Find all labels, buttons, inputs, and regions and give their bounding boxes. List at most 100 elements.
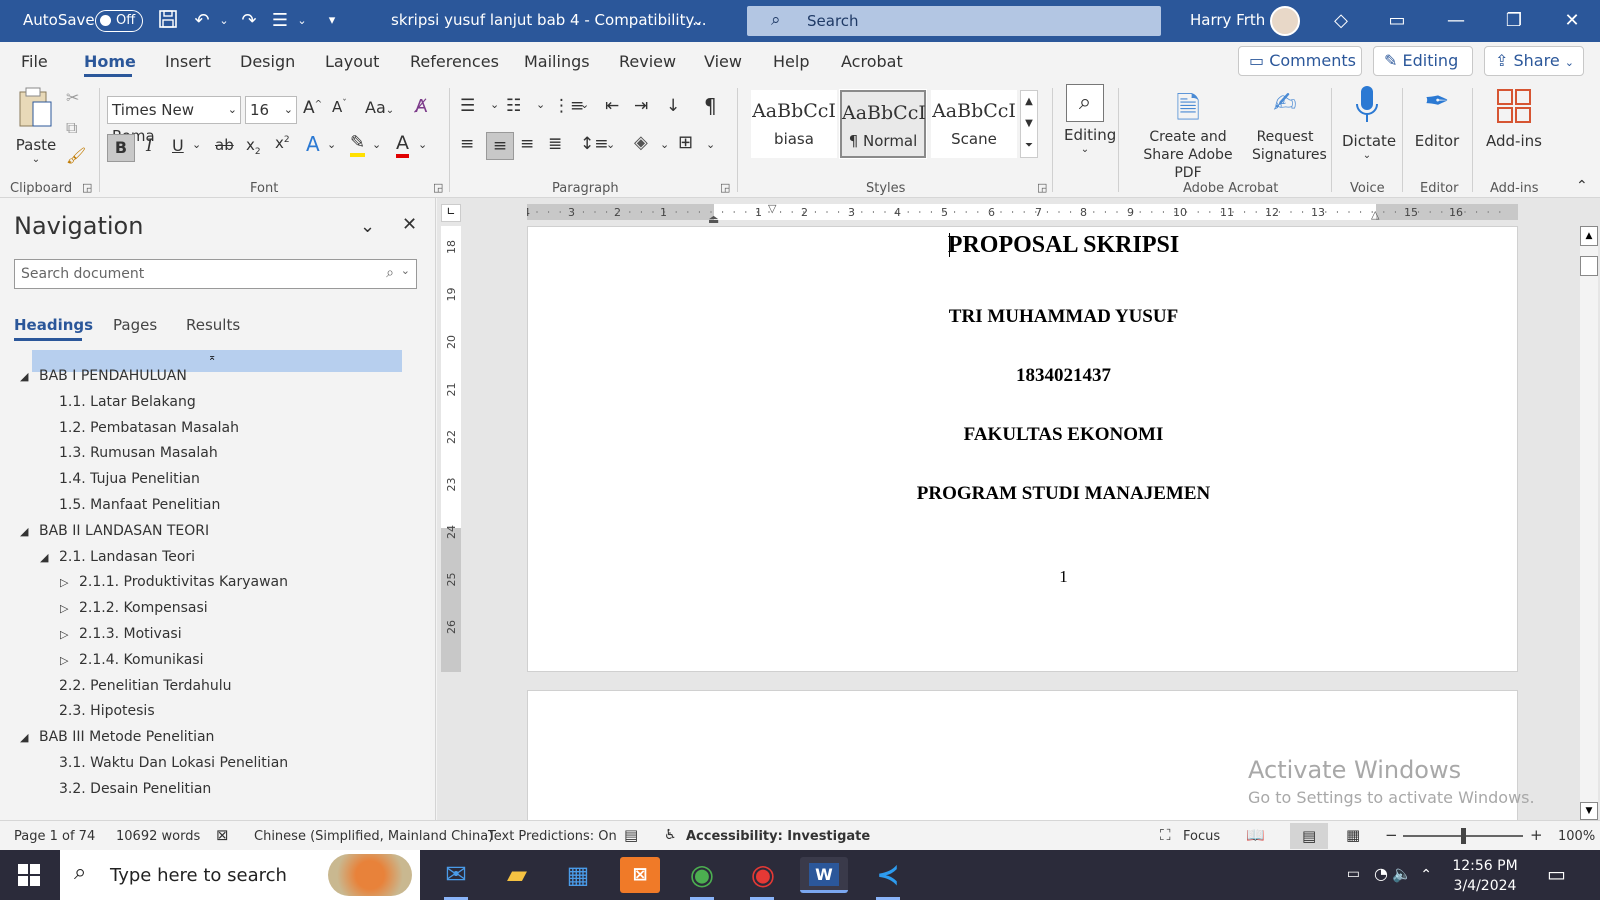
align-right-icon[interactable]: ≡ (520, 134, 534, 154)
avatar[interactable] (1270, 6, 1300, 36)
first-line-indent-icon[interactable]: ▽ (768, 202, 776, 215)
focus-icon[interactable]: ⛶ (1160, 826, 1171, 844)
scroll-up-icon[interactable]: ▲ (1580, 226, 1598, 246)
restore-icon[interactable]: ❐ (1502, 9, 1526, 33)
italic-button[interactable]: I (146, 136, 153, 156)
autosave-toggle[interactable]: Off (95, 10, 143, 32)
chevron-down-icon[interactable]: ⌄ (418, 138, 427, 151)
editing-group-button[interactable]: ⌕ Editing ⌄ (1064, 84, 1116, 155)
nav-heading-item[interactable]: 2.1.2. Kompensasi (79, 600, 208, 616)
chevron-down-icon[interactable]: ⌄ (401, 264, 410, 277)
nav-heading-item[interactable]: 2.3. Hipotesis (59, 703, 155, 719)
expand-triangle-icon[interactable]: ◢ (20, 731, 28, 744)
collapse-triangle-icon[interactable]: ▷ (60, 602, 68, 615)
undo-dropdown-icon[interactable]: ⌄ (212, 9, 236, 33)
collapse-triangle-icon[interactable]: ▷ (60, 628, 68, 641)
menu-home[interactable]: Home (84, 52, 136, 71)
diamond-icon[interactable]: ◇ (1329, 9, 1353, 33)
line-spacing-icon[interactable]: ↕≡ (580, 134, 609, 154)
macro-icon[interactable]: ▤ (624, 826, 638, 844)
nav-heading-item[interactable]: BAB II LANDASAN TEORI (39, 523, 209, 539)
vscode-app-icon[interactable]: ≺ (868, 857, 908, 893)
menu-layout[interactable]: Layout (325, 52, 379, 71)
nav-heading-item[interactable]: BAB I PENDAHULUAN (39, 368, 187, 384)
align-left-icon[interactable]: ≡ (460, 134, 474, 154)
save-icon[interactable] (156, 9, 180, 33)
chevron-down-icon[interactable]: ⌄ (660, 138, 669, 151)
tab-results[interactable]: Results (186, 316, 240, 334)
nav-heading-item[interactable]: 1.3. Rumusan Masalah (59, 445, 218, 461)
ribbon-display-icon[interactable]: ▭ (1385, 9, 1409, 33)
nav-heading-item[interactable]: 3.2. Desain Penelitian (59, 781, 211, 797)
program-line[interactable]: PROGRAM STUDI MANAJEMEN (528, 483, 1517, 505)
list-icon[interactable]: ☰ (268, 9, 292, 33)
xampp-app-icon[interactable]: ⊠ (620, 857, 660, 893)
search-input[interactable]: Search document ⌕ ⌄ (14, 259, 417, 289)
student-id[interactable]: 1834021437 (528, 365, 1517, 387)
language[interactable]: Chinese (Simplified, Mainland China) (254, 829, 493, 844)
menu-review[interactable]: Review (619, 52, 676, 71)
undo-icon[interactable]: ↶ (190, 9, 214, 33)
chevron-down-icon[interactable]: ⌄ (327, 138, 336, 151)
expand-triangle-icon[interactable]: ◢ (20, 370, 28, 383)
nav-heading-item[interactable]: 2.1.3. Motivasi (79, 626, 182, 642)
chrome-app-icon[interactable]: ◉ (682, 857, 722, 893)
nav-heading-item[interactable]: 2.2. Penelitian Terdahulu (59, 678, 232, 694)
shrink-font-icon[interactable]: Aˇ (332, 98, 347, 116)
underline-button[interactable]: U (172, 136, 184, 155)
menu-mailings[interactable]: Mailings (524, 52, 590, 71)
font-name-combo[interactable]: Times New Roma ⌄ (107, 96, 241, 145)
grow-font-icon[interactable]: A^ (303, 98, 322, 118)
customize-icon[interactable]: ▾ (320, 9, 344, 33)
dialog-launcher-icon[interactable]: ◲ (720, 181, 730, 194)
collapse-triangle-icon[interactable]: ▷ (60, 576, 68, 589)
chevron-down-icon[interactable]: ⌄ (706, 138, 715, 151)
mail-app-icon[interactable]: ✉ (436, 857, 476, 893)
chevron-down-icon[interactable]: ⌄ (372, 138, 381, 151)
zoom-in-icon[interactable]: + (1530, 826, 1543, 844)
horizontal-ruler[interactable]: 4321123456789101112131516 ⏏ ▽ △ (527, 202, 1518, 226)
title-dropdown-icon[interactable]: ⌄ (686, 9, 710, 33)
vertical-scrollbar[interactable]: ▲ ▼ (1580, 226, 1598, 820)
chevron-down-icon[interactable]: ⌄ (606, 138, 615, 151)
scroll-down-icon[interactable]: ▼ (1580, 802, 1598, 820)
close-icon[interactable]: ✕ (402, 214, 417, 235)
menu-help[interactable]: Help (773, 52, 809, 71)
faculty-line[interactable]: FAKULTAS EKONOMI (528, 424, 1517, 446)
wifi-icon[interactable]: ◔ (1374, 864, 1388, 883)
editor-button[interactable]: ✒ Editor (1414, 84, 1460, 150)
nav-heading-item[interactable]: 3.1. Waktu Dan Lokasi Penelitian (59, 755, 288, 771)
comments-button[interactable]: ▭ Comments (1238, 46, 1362, 76)
text-predictions[interactable]: Text Predictions: On (488, 829, 617, 844)
decrease-indent-icon[interactable]: ⇤ (605, 96, 619, 116)
chrome-profile-app-icon[interactable]: ◉ (743, 857, 783, 893)
search-box[interactable]: ⌕ Search (747, 6, 1161, 36)
style-biasa[interactable]: AaBbCcI biasa (751, 90, 837, 158)
pilcrow-icon[interactable]: ¶ (704, 94, 717, 118)
dialog-launcher-icon[interactable]: ◲ (433, 181, 443, 194)
search-highlight-image[interactable] (328, 854, 412, 896)
file-explorer-icon[interactable]: ▰ (497, 857, 537, 893)
zoom-level[interactable]: 100% (1558, 829, 1595, 844)
borders-icon[interactable]: ⊞ (678, 132, 693, 153)
zoom-out-icon[interactable]: − (1385, 826, 1398, 844)
font-color-icon[interactable]: A (396, 132, 409, 158)
menu-insert[interactable]: Insert (165, 52, 211, 71)
tab-selector[interactable]: ∟ (441, 204, 461, 222)
editing-mode-button[interactable]: ✎ Editing ⌄ (1373, 46, 1473, 97)
highlight-icon[interactable]: ✎ (350, 132, 366, 157)
subscript-button[interactable]: x2 (246, 136, 261, 157)
windows-start-icon[interactable] (18, 864, 40, 886)
accessibility-status[interactable]: Accessibility: Investigate (686, 829, 870, 844)
accessibility-icon[interactable]: ♿ (664, 827, 677, 843)
right-indent-icon[interactable]: △ (1371, 208, 1379, 221)
proofing-icon[interactable]: ⊠ (216, 826, 229, 844)
tab-headings[interactable]: Headings (14, 316, 93, 334)
notifications-icon[interactable]: ▭ (1547, 862, 1566, 886)
zoom-slider-thumb[interactable] (1461, 828, 1466, 844)
cut-icon[interactable]: ✂ (66, 88, 79, 107)
menu-acrobat[interactable]: Acrobat (841, 52, 903, 71)
store-app-icon[interactable]: ▦ (558, 857, 598, 893)
menu-references[interactable]: References (410, 52, 499, 71)
chevron-down-icon[interactable]: ⌄ (580, 98, 589, 111)
